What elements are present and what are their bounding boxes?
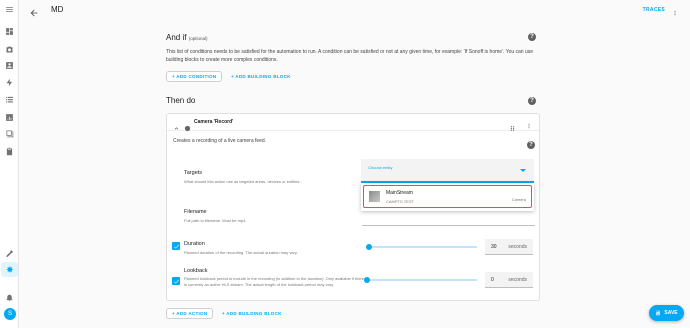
targets-label: Targets	[184, 170, 203, 176]
developer-tools-icon[interactable]	[4, 248, 15, 259]
choose-entity-label: Choose entity	[368, 165, 393, 170]
camera-service-icon	[184, 119, 191, 132]
action-card-header[interactable]: Camera 'Record'	[167, 114, 539, 132]
list-icon[interactable]	[4, 94, 15, 105]
traces-button[interactable]: TRACES	[643, 7, 665, 13]
help-icon[interactable]: ?	[527, 141, 535, 149]
media-icon[interactable]	[4, 128, 15, 139]
chevron-up-icon[interactable]	[173, 119, 180, 130]
and-if-description: This list of conditions needs to be sati…	[166, 49, 534, 63]
choose-entity-dropdown[interactable]: Choose entity	[361, 159, 534, 183]
duration-label: Duration	[184, 241, 205, 247]
duration-checkbox[interactable]	[172, 242, 180, 250]
overview-icon[interactable]	[4, 26, 15, 37]
lookback-sub: Planned lookback period to include in th…	[184, 276, 365, 287]
entity-option-name: MainStream	[386, 190, 413, 196]
help-icon[interactable]: ?	[528, 97, 536, 105]
duration-sub: Planned duration of the recording. The a…	[184, 250, 298, 255]
drag-handle-icon[interactable]	[509, 119, 516, 131]
settings-icon[interactable]	[4, 264, 15, 275]
lookback-slider-knob[interactable]	[364, 277, 370, 283]
lookback-unit: seconds	[508, 277, 527, 283]
and-if-title: And if	[166, 33, 187, 42]
account-box-icon[interactable]	[4, 60, 15, 71]
lookback-label: Lookback	[184, 268, 208, 274]
page-title: MD	[51, 5, 64, 14]
and-if-heading: And if (optional)	[166, 33, 207, 42]
lookback-slider[interactable]	[367, 279, 477, 281]
optional-label: (optional)	[188, 36, 208, 41]
avatar[interactable]: S	[4, 308, 16, 320]
menu-icon[interactable]	[4, 4, 15, 15]
duration-slider[interactable]	[367, 246, 477, 248]
add-condition-building-block-button[interactable]: + ADD BUILDING BLOCK	[231, 74, 291, 79]
entity-options-popup: MainStream CAMPTS TEST Camera	[361, 183, 534, 211]
entity-option-domain: Camera	[511, 197, 526, 202]
save-label: SAVE	[664, 310, 678, 316]
targets-sub: What should this action use as targeted …	[184, 179, 301, 184]
duration-number-field[interactable]: 30 seconds	[485, 239, 533, 255]
overflow-menu-icon[interactable]	[672, 5, 678, 16]
filename-label: Filename	[184, 209, 207, 215]
duration-slider-knob[interactable]	[366, 244, 373, 250]
clipboard-icon[interactable]	[4, 146, 15, 157]
dropdown-arrow-icon[interactable]	[520, 169, 526, 172]
sidebar: S	[0, 0, 19, 328]
duration-value: 30	[491, 244, 497, 250]
entity-option-device: CAMPTS TEST	[386, 199, 414, 204]
lightning-icon[interactable]	[4, 77, 15, 88]
action-description: Creates a recording of a live camera fee…	[173, 138, 267, 144]
bell-icon[interactable]	[4, 292, 15, 303]
camera-icon[interactable]	[4, 44, 15, 55]
action-title: Camera 'Record'	[194, 119, 234, 125]
add-condition-button[interactable]: + ADD CONDITION	[166, 71, 223, 82]
lookback-checkbox[interactable]	[172, 277, 180, 285]
add-action-button[interactable]: + ADD ACTION	[166, 308, 214, 319]
action-menu-icon[interactable]	[526, 118, 532, 129]
duration-unit: seconds	[508, 244, 527, 250]
save-button[interactable]: SAVE	[649, 305, 684, 321]
then-do-heading: Then do	[166, 96, 196, 105]
filename-input[interactable]	[362, 225, 535, 226]
entity-option[interactable]: MainStream CAMPTS TEST Camera	[363, 185, 532, 208]
top-bar: MD TRACES	[19, 0, 690, 20]
filename-sub: Full path to filename. Must be mp4.	[184, 218, 247, 223]
chart-icon[interactable]	[4, 112, 15, 123]
lookback-number-field[interactable]: 0 seconds	[485, 272, 533, 288]
lookback-value: 0	[491, 277, 494, 283]
help-icon[interactable]: ?	[528, 33, 536, 41]
add-action-building-block-button[interactable]: + ADD BUILDING BLOCK	[222, 311, 282, 316]
camera-thumbnail	[369, 191, 380, 202]
save-icon	[656, 310, 661, 316]
back-arrow-icon[interactable]	[29, 5, 39, 17]
